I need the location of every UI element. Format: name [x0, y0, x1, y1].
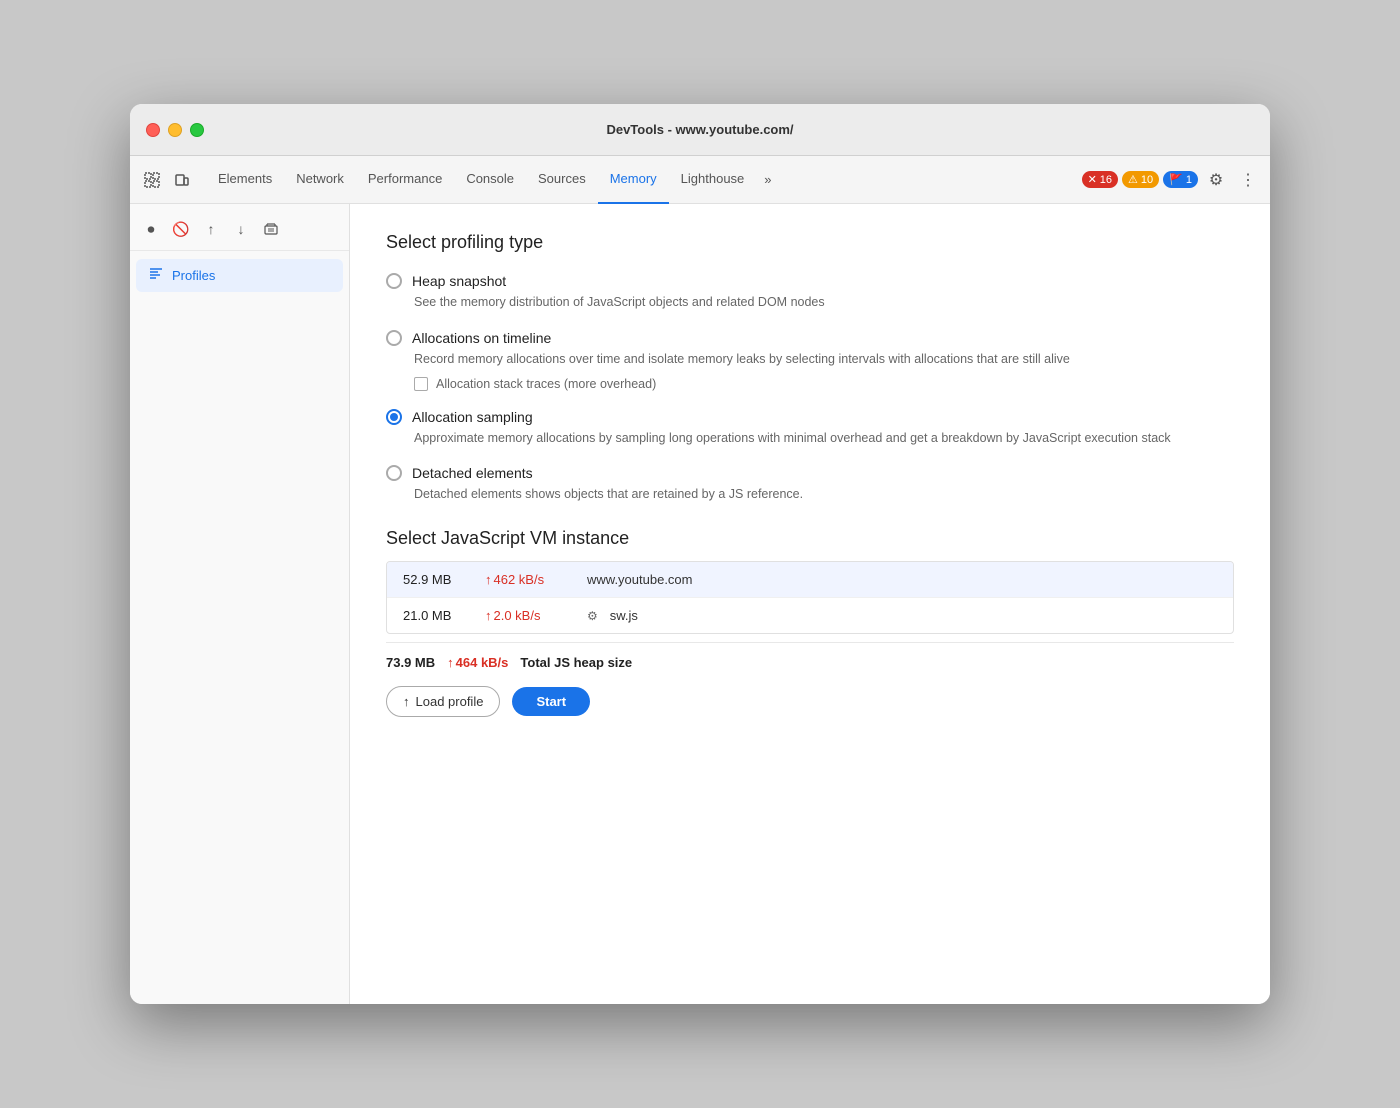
sidebar-item-profiles[interactable]: Profiles [136, 259, 343, 292]
allocation-sampling-label-row[interactable]: Allocation sampling [386, 409, 1234, 425]
detached-elements-option: Detached elements Detached elements show… [386, 465, 1234, 504]
allocation-sampling-radio[interactable] [386, 409, 402, 425]
tab-network[interactable]: Network [284, 156, 356, 204]
info-count: 1 [1186, 174, 1192, 186]
allocations-timeline-radio[interactable] [386, 330, 402, 346]
info-icon: 🚩 [1169, 173, 1183, 186]
traffic-lights [146, 123, 204, 137]
vm-youtube-name: www.youtube.com [587, 572, 693, 587]
profiling-type-title: Select profiling type [386, 232, 1234, 253]
tab-elements[interactable]: Elements [206, 156, 284, 204]
detached-elements-label: Detached elements [412, 465, 533, 481]
allocations-timeline-label: Allocations on timeline [412, 330, 551, 346]
allocation-stack-traces-label: Allocation stack traces (more overhead) [436, 377, 656, 391]
sidebar-profiles-label: Profiles [172, 268, 215, 283]
vm-swjs-name: sw.js [610, 608, 638, 623]
up-arrow-icon: ↑ [485, 572, 492, 587]
warning-icon: ⚠ [1128, 173, 1138, 186]
heap-snapshot-label: Heap snapshot [412, 273, 506, 289]
allocations-timeline-option: Allocations on timeline Record memory al… [386, 330, 1234, 391]
settings-button[interactable]: ⚙ [1202, 166, 1230, 194]
vm-swjs-rate: ↑ 2.0 kB/s [485, 608, 575, 623]
vm-table: 52.9 MB ↑ 462 kB/s www.youtube.com 21.0 … [386, 561, 1234, 634]
allocation-stack-traces-row: Allocation stack traces (more overhead) [414, 377, 1234, 391]
total-rate-value: 464 kB/s [456, 655, 509, 670]
load-profile-button[interactable]: ↑ Load profile [386, 686, 500, 717]
heap-snapshot-option: Heap snapshot See the memory distributio… [386, 273, 1234, 312]
vm-youtube-rate: ↑ 462 kB/s [485, 572, 575, 587]
toolbar-right: ✕ 16 ⚠ 10 🚩 1 ⚙ ⋮ [1082, 166, 1262, 194]
inspect-icon[interactable] [138, 166, 166, 194]
tab-memory[interactable]: Memory [598, 156, 669, 204]
start-label: Start [536, 694, 566, 709]
upload-icon[interactable]: ↑ [198, 216, 224, 242]
main: ⏺ 🚫 ↑ ↓ [130, 204, 1270, 1004]
titlebar: DevTools - www.youtube.com/ [130, 104, 1270, 156]
service-worker-icon: ⚙ [587, 609, 598, 623]
heap-snapshot-radio[interactable] [386, 273, 402, 289]
vm-swjs-rate-value: 2.0 kB/s [494, 608, 541, 623]
vm-row-swjs[interactable]: 21.0 MB ↑ 2.0 kB/s ⚙ sw.js [387, 598, 1233, 633]
allocations-timeline-label-row[interactable]: Allocations on timeline [386, 330, 1234, 346]
start-button[interactable]: Start [512, 687, 590, 716]
radio-inner-dot [390, 413, 398, 421]
vm-swjs-size: 21.0 MB [403, 608, 473, 623]
load-profile-label: Load profile [416, 694, 484, 709]
vm-row-youtube[interactable]: 52.9 MB ↑ 462 kB/s www.youtube.com [387, 562, 1233, 598]
warnings-count: 10 [1141, 174, 1153, 186]
total-heap-size: 73.9 MB [386, 655, 435, 670]
more-options-button[interactable]: ⋮ [1234, 166, 1262, 194]
errors-count: 16 [1100, 174, 1112, 186]
more-tabs-button[interactable]: » [756, 156, 779, 204]
total-heap-label: Total JS heap size [520, 655, 632, 670]
allocation-sampling-label: Allocation sampling [412, 409, 533, 425]
minimize-button[interactable] [168, 123, 182, 137]
footer-bar: 73.9 MB ↑ 464 kB/s Total JS heap size [386, 642, 1234, 670]
vm-youtube-rate-value: 462 kB/s [494, 572, 545, 587]
tab-bar: Elements Network Performance Console Sou… [198, 156, 1080, 204]
close-button[interactable] [146, 123, 160, 137]
errors-badge[interactable]: ✕ 16 [1082, 171, 1118, 188]
stop-button[interactable]: 🚫 [168, 216, 194, 242]
vm-section-title: Select JavaScript VM instance [386, 528, 1234, 549]
content-area: Select profiling type Heap snapshot See … [350, 204, 1270, 1004]
tab-sources[interactable]: Sources [526, 156, 598, 204]
profiles-icon [148, 265, 164, 286]
allocation-stack-traces-checkbox[interactable] [414, 377, 428, 391]
sidebar-toolbar: ⏺ 🚫 ↑ ↓ [130, 212, 349, 251]
devtools-window: DevTools - www.youtube.com/ Elements Net… [130, 104, 1270, 1004]
total-rate-arrow: ↑ [447, 655, 454, 670]
allocation-sampling-option: Allocation sampling Approximate memory a… [386, 409, 1234, 448]
action-bar: ↑ Load profile Start [386, 686, 1234, 717]
warnings-badge[interactable]: ⚠ 10 [1122, 171, 1159, 188]
info-badge[interactable]: 🚩 1 [1163, 171, 1198, 188]
download-icon[interactable]: ↓ [228, 216, 254, 242]
tab-performance[interactable]: Performance [356, 156, 454, 204]
tab-lighthouse[interactable]: Lighthouse [669, 156, 757, 204]
allocation-sampling-desc: Approximate memory allocations by sampli… [414, 429, 1234, 448]
total-heap-rate: ↑ 464 kB/s [447, 655, 508, 670]
clear-icon[interactable] [258, 216, 284, 242]
detached-elements-label-row[interactable]: Detached elements [386, 465, 1234, 481]
device-toggle-icon[interactable] [168, 166, 196, 194]
heap-snapshot-desc: See the memory distribution of JavaScrip… [414, 293, 1234, 312]
sidebar: ⏺ 🚫 ↑ ↓ [130, 204, 350, 1004]
tab-console[interactable]: Console [454, 156, 526, 204]
record-button[interactable]: ⏺ [138, 216, 164, 242]
fullscreen-button[interactable] [190, 123, 204, 137]
upload-icon-btn: ↑ [403, 694, 410, 709]
detached-elements-radio[interactable] [386, 465, 402, 481]
heap-snapshot-label-row[interactable]: Heap snapshot [386, 273, 1234, 289]
detached-elements-desc: Detached elements shows objects that are… [414, 485, 1234, 504]
allocations-timeline-desc: Record memory allocations over time and … [414, 350, 1234, 369]
error-icon: ✕ [1088, 173, 1097, 186]
up-arrow-icon-2: ↑ [485, 608, 492, 623]
window-title: DevTools - www.youtube.com/ [606, 122, 793, 137]
vm-youtube-size: 52.9 MB [403, 572, 473, 587]
toolbar: Elements Network Performance Console Sou… [130, 156, 1270, 204]
